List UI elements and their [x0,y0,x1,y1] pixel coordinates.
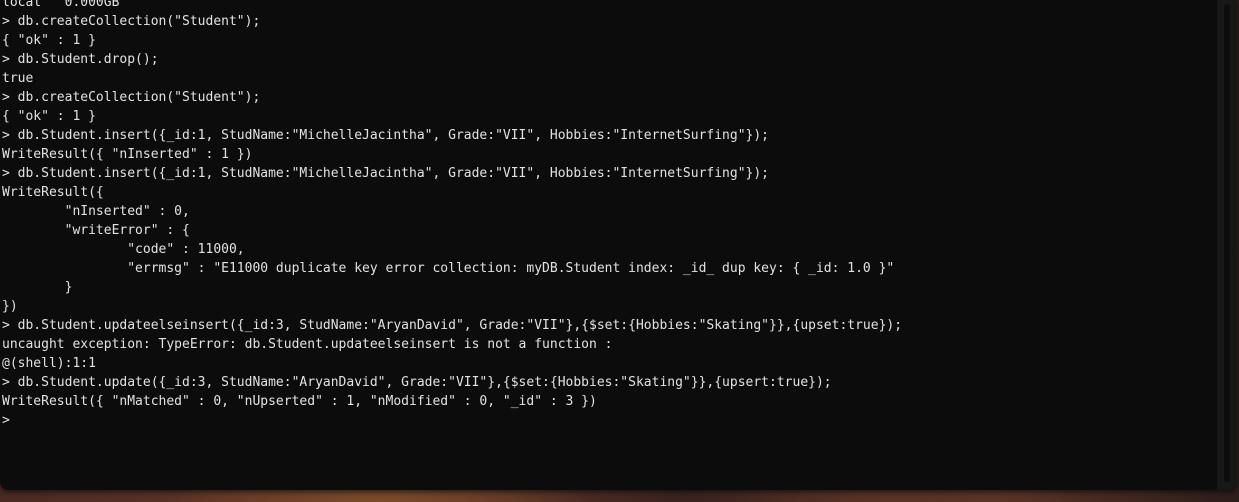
terminal-line: WriteResult({ "nInserted" : 1 }) [2,147,253,162]
terminal-line: } [2,280,73,295]
terminal-line: uncaught exception: TypeError: db.Studen… [2,337,613,352]
terminal-line: > db.Student.insert({_id:1, StudName:"Mi… [2,128,770,143]
terminal-line: > db.Student.updateelseinsert({_id:3, St… [2,318,903,333]
scrollbar-thumb[interactable] [1224,4,1230,482]
terminal-prompt-line[interactable]: > [2,411,902,430]
terminal-line: > db.createCollection("Student"); [2,14,261,29]
terminal-line: }) [2,299,18,314]
terminal-line: @(shell):1:1 [2,356,96,371]
terminal-line: > db.Student.drop(); [2,52,159,67]
terminal-line: > db.Student.insert({_id:1, StudName:"Mi… [2,166,770,181]
terminal-line: > db.createCollection("Student"); [2,90,261,105]
terminal-line: WriteResult({ [2,185,104,200]
terminal-line: { "ok" : 1 } [2,33,96,48]
terminal-line: local 0.000GB [2,0,120,10]
terminal-line: true [2,71,34,86]
terminal-output[interactable]: local 0.000GB > db.createCollection("Stud… [0,0,902,430]
terminal-line: WriteResult({ "nMatched" : 0, "nUpserted… [2,394,597,409]
scrollbar-track[interactable] [1217,0,1237,490]
terminal-line: "errmsg" : "E11000 duplicate key error c… [2,261,895,276]
terminal-line: > db.Student.update({_id:3, StudName:"Ar… [2,375,832,390]
terminal-line: { "ok" : 1 } [2,109,96,124]
terminal-line: "writeError" : { [2,223,190,238]
terminal-line: "nInserted" : 0, [2,204,190,219]
terminal-window[interactable]: local 0.000GB > db.createCollection("Stud… [0,0,1237,490]
terminal-line: "code" : 11000, [2,242,245,257]
